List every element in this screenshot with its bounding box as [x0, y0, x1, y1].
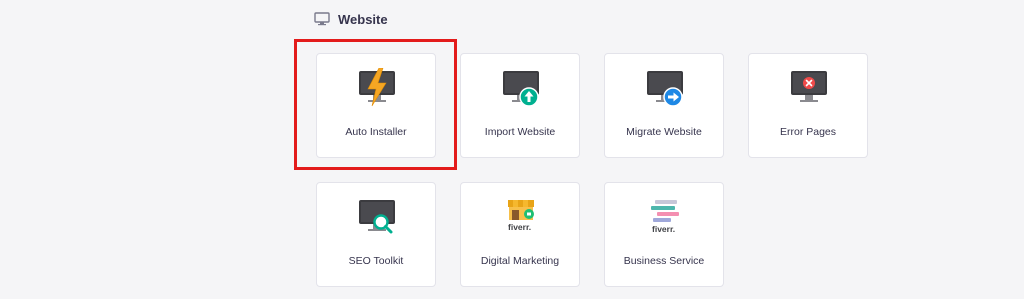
error-monitor-icon	[791, 71, 827, 102]
upload-monitor-icon	[503, 71, 539, 107]
seo-monitor-icon	[359, 200, 395, 234]
card-error-pages[interactable]: Error Pages	[748, 53, 868, 158]
card-label: Business Service	[623, 255, 705, 267]
monitor-icon	[314, 12, 330, 26]
fiverr-brand: fiverr.	[508, 222, 531, 232]
card-seo-toolkit[interactable]: SEO Toolkit	[316, 182, 436, 287]
card-label: Error Pages	[779, 126, 837, 138]
card-digital-marketing[interactable]: fiverr. Digital Marketing	[460, 182, 580, 287]
fiverr-store-icon: fiverr.	[508, 200, 534, 232]
card-label: Migrate Website	[626, 126, 702, 138]
card-business-service[interactable]: fiverr. Business Service	[604, 182, 724, 287]
fiverr-list-icon: fiverr.	[651, 200, 679, 234]
card-migrate-website[interactable]: Migrate Website	[604, 53, 724, 158]
card-label: Auto Installer	[345, 126, 407, 138]
card-label: Digital Marketing	[480, 255, 560, 267]
card-auto-installer[interactable]: Auto Installer	[316, 53, 436, 158]
migrate-monitor-icon	[647, 71, 683, 107]
fiverr-brand: fiverr.	[652, 224, 675, 234]
lightning-monitor-icon	[359, 68, 395, 107]
section-header: Website	[314, 9, 388, 29]
card-label: SEO Toolkit	[348, 255, 404, 267]
card-label: Import Website	[484, 126, 556, 138]
card-import-website[interactable]: Import Website	[460, 53, 580, 158]
section-title: Website	[338, 11, 388, 27]
